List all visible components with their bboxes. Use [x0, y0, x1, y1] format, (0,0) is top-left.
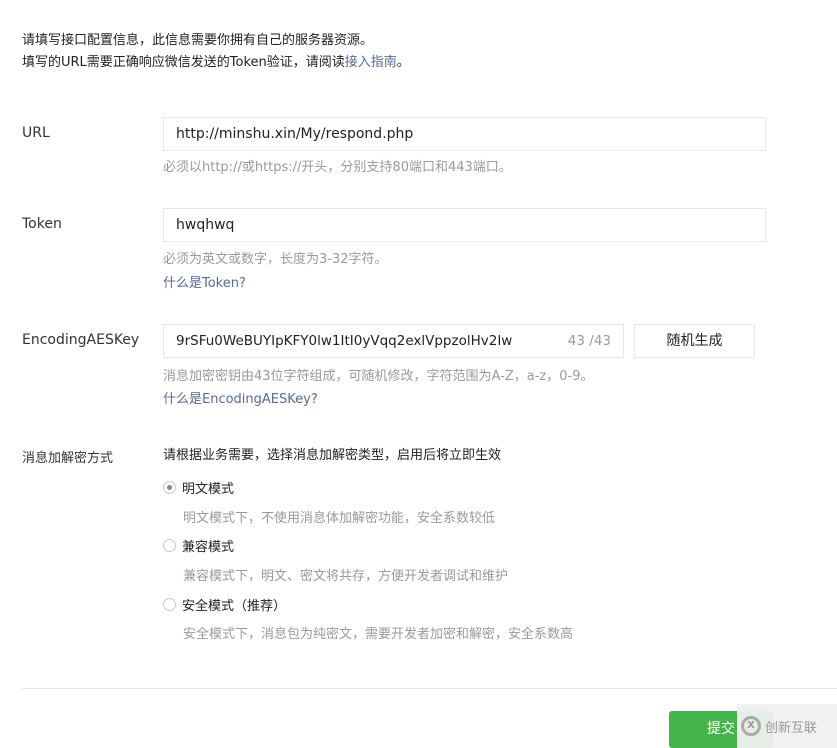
what-is-token-link[interactable]: 什么是Token? — [163, 276, 246, 291]
watermark-logo-icon: X — [741, 716, 761, 736]
intro-line-1: 请填写接口配置信息，此信息需要你拥有自己的服务器资源。 — [22, 33, 374, 48]
access-guide-link[interactable]: 接入指南 — [345, 55, 397, 70]
radio-unchecked-icon — [163, 598, 176, 611]
divider — [22, 688, 837, 689]
watermark: X 创新互联 — [737, 704, 837, 748]
intro-line-2-suffix: 。 — [396, 55, 410, 70]
url-tip: 必须以http://或https://开头，分别支持80端口和443端口。 — [163, 160, 512, 175]
token-tip: 必须为英文或数字，长度为3-32字符。 — [163, 252, 388, 267]
token-label: Token — [22, 216, 62, 232]
radio-desc: 明文模式下，不使用消息体加解密功能，安全系数较低 — [183, 511, 496, 526]
what-is-aes-link[interactable]: 什么是EncodingAESKey? — [163, 392, 318, 407]
radio-secure[interactable]: 安全模式（推荐） — [163, 595, 286, 614]
radio-checked-icon — [163, 481, 176, 494]
radio-compatible[interactable]: 兼容模式 — [163, 536, 234, 555]
aes-label: EncodingAESKey — [22, 332, 140, 348]
mode-label: 消息加解密方式 — [22, 451, 114, 466]
radio-label: 兼容模式 — [182, 540, 235, 555]
intro-text: 请填写接口配置信息，此信息需要你拥有自己的服务器资源。 填写的URL需要正确响应… — [22, 30, 410, 74]
intro-line-2: 填写的URL需要正确响应微信发送的Token验证，请阅读接入指南。 — [22, 52, 410, 74]
radio-unchecked-icon — [163, 539, 176, 552]
radio-desc: 兼容模式下，明文、密文将共存，方便开发者调试和维护 — [183, 569, 509, 584]
radio-plaintext[interactable]: 明文模式 — [163, 478, 234, 497]
aes-tip: 消息加密密钥由43位字符组成，可随机修改，字符范围为A-Z，a-z，0-9。 — [163, 369, 594, 384]
radio-desc: 安全模式下，消息包为纯密文，需要开发者加密和解密，安全系数高 — [183, 627, 574, 642]
mode-desc: 请根据业务需要，选择消息加解密类型，启用后将立即生效 — [163, 448, 502, 463]
aes-value: 9rSFu0WeBUYIpKFY0lw1ItI0yVqq2exlVppzolHv… — [176, 333, 513, 349]
random-generate-button[interactable]: 随机生成 — [634, 324, 755, 358]
watermark-text: 创新互联 — [765, 720, 818, 736]
intro-line-2-text: 填写的URL需要正确响应微信发送的Token验证，请阅读 — [22, 55, 345, 70]
radio-label: 安全模式（推荐） — [182, 599, 287, 614]
url-input[interactable]: http://minshu.xin/My/respond.php — [163, 117, 766, 151]
radio-label: 明文模式 — [182, 482, 235, 497]
aes-input[interactable]: 9rSFu0WeBUYIpKFY0lw1ItI0yVqq2exlVppzolHv… — [163, 324, 624, 358]
token-input[interactable]: hwqhwq — [163, 208, 766, 242]
aes-counter: 43 /43 — [567, 333, 611, 349]
url-label: URL — [22, 125, 50, 141]
